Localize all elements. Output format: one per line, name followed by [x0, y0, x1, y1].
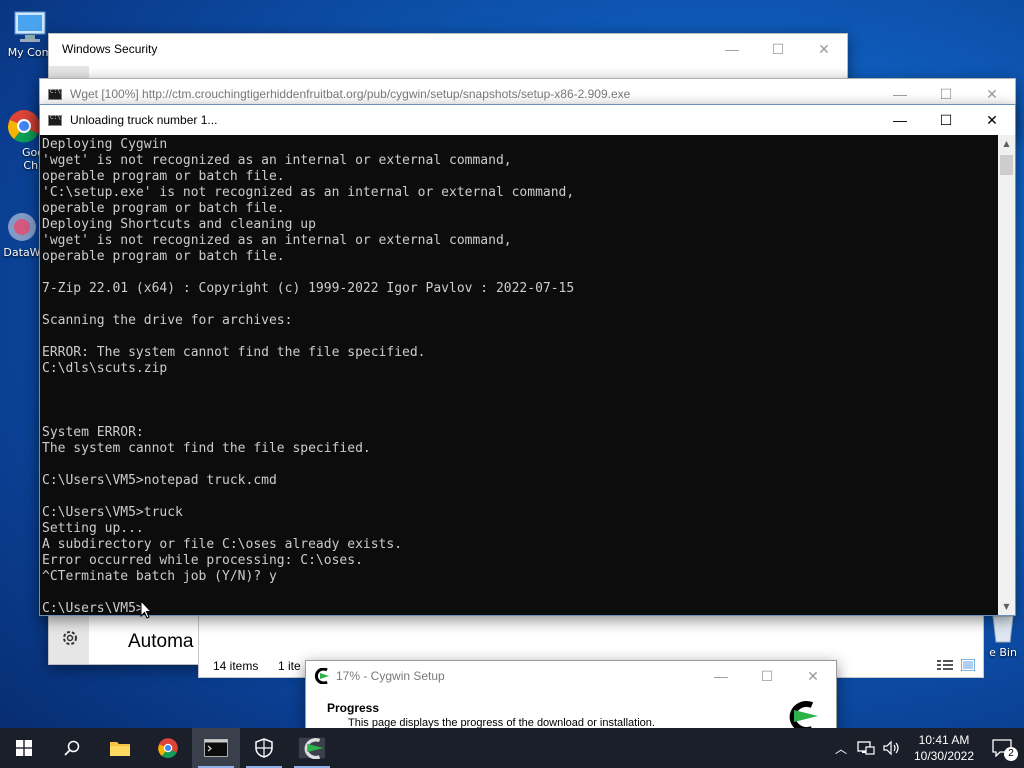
console-line: Deploying Cygwin [42, 137, 168, 152]
console-line: operable program or batch file. [42, 169, 285, 184]
console-scrollbar[interactable]: ▲ ▼ [998, 135, 1015, 615]
console-line: 'wget' is not recognized as an internal … [42, 153, 512, 168]
minimize-button[interactable]: — [877, 105, 923, 135]
clock-time: 10:41 AM [918, 733, 970, 747]
recycle-bin-icon [992, 615, 1014, 643]
console-window[interactable]: Unloading truck number 1... — ☐ ✕ Deploy… [39, 104, 1016, 616]
console-line: ^CTerminate batch job (Y/N)? y [42, 569, 277, 584]
notification-count-badge: 2 [1004, 747, 1018, 761]
minimize-button[interactable]: — [698, 661, 744, 691]
chrome-icon [7, 110, 40, 143]
settings-gear-icon[interactable] [61, 629, 79, 647]
desktop-icon-label: e Bin [989, 646, 1017, 659]
close-button[interactable]: ✕ [790, 661, 836, 691]
console-line: System ERROR: [42, 425, 144, 440]
cmd-icon [48, 114, 62, 126]
console-line: Setting up... [42, 521, 144, 536]
search-icon [64, 740, 80, 756]
taskbar-file-explorer[interactable] [96, 728, 144, 768]
console-line: A subdirectory or file C:\oses already e… [42, 537, 403, 552]
search-button[interactable] [48, 728, 96, 768]
console-line: C:\Users\VM5> [42, 601, 144, 615]
console-line: operable program or batch file. [42, 249, 285, 264]
chrome-icon [158, 738, 178, 759]
desktop-icon-label: My Com [7, 46, 53, 59]
desktop-icon-dataw[interactable]: DataW [0, 210, 44, 259]
window-title: Unloading truck number 1... [70, 113, 218, 127]
window-title: Wget [100%] http://ctm.crouchingtigerhid… [70, 87, 631, 101]
console-line: C:\dls\scuts.zip [42, 361, 168, 376]
console-line: operable program or batch file. [42, 201, 285, 216]
desktop-icon-recycle-bin[interactable]: e Bin [982, 612, 1024, 659]
windows-logo-icon [16, 740, 32, 756]
console-line: C:\Users\VM5>notepad truck.cmd [42, 473, 277, 488]
status-selected-count: 1 ite [278, 659, 301, 673]
cygwin-titlebar[interactable]: 17% - Cygwin Setup — ☐ ✕ [306, 661, 836, 691]
action-center-button[interactable]: 2 [980, 728, 1024, 768]
scroll-down-arrow-icon[interactable]: ▼ [998, 598, 1015, 615]
windows-security-titlebar[interactable]: Windows Security — ☐ ✕ [49, 34, 847, 64]
console-line: 'C:\setup.exe' is not recognized as an i… [42, 185, 575, 200]
console-line: 7-Zip 22.01 (x64) : Copyright (c) 1999-2… [42, 281, 575, 296]
clock-date: 10/30/2022 [913, 749, 975, 763]
window-title: Windows Security [62, 42, 158, 56]
mouse-cursor-icon [140, 600, 152, 619]
cmd-icon [48, 88, 62, 100]
shield-icon [255, 738, 273, 758]
maximize-button[interactable]: ☐ [744, 661, 790, 691]
details-view-icon[interactable] [937, 659, 953, 671]
cygwin-setup-window[interactable]: 17% - Cygwin Setup — ☐ ✕ Progress This p… [305, 660, 837, 731]
console-output[interactable]: Deploying Cygwin'wget' is not recognized… [40, 135, 998, 615]
console-titlebar[interactable]: Unloading truck number 1... — ☐ ✕ [40, 105, 1015, 135]
window-title: 17% - Cygwin Setup [336, 669, 445, 683]
taskbar-command-prompt[interactable] [192, 728, 240, 768]
cygwin-logo-icon [314, 668, 329, 684]
show-hidden-icons-chevron-up-icon[interactable]: ︿ [830, 740, 852, 757]
close-button[interactable]: ✕ [801, 34, 847, 64]
minimize-button[interactable]: — [709, 34, 755, 64]
console-line: ERROR: The system cannot find the file s… [42, 345, 426, 360]
maximize-button[interactable]: ☐ [755, 34, 801, 64]
large-icons-view-icon[interactable] [961, 659, 975, 671]
maximize-button[interactable]: ☐ [923, 105, 969, 135]
console-line: 'wget' is not recognized as an internal … [42, 233, 512, 248]
console-line: Scanning the drive for archives: [42, 313, 293, 328]
desktop-icon-label: DataW [3, 246, 41, 259]
cygwin-logo-icon [299, 737, 325, 759]
start-button[interactable] [0, 728, 48, 768]
taskbar-windows-security[interactable] [240, 728, 288, 768]
console-line: The system cannot find the file specifie… [42, 441, 371, 456]
volume-icon[interactable] [882, 740, 902, 756]
taskbar: ︿ 10:41 AM 10/30/2022 2 [0, 728, 1024, 768]
network-icon[interactable] [856, 740, 876, 756]
terminal-icon [204, 739, 228, 757]
computer-icon [14, 11, 46, 42]
console-line: Deploying Shortcuts and cleaning up [42, 217, 316, 232]
close-button[interactable]: ✕ [969, 105, 1015, 135]
scroll-up-arrow-icon[interactable]: ▲ [998, 135, 1015, 152]
status-item-count: 14 items [213, 659, 259, 673]
folder-icon [110, 742, 130, 756]
clock[interactable]: 10:41 AM 10/30/2022 [908, 732, 980, 764]
taskbar-cygwin-setup[interactable] [288, 728, 336, 768]
progress-heading: Progress [327, 701, 380, 715]
console-line: C:\Users\VM5>truck [42, 505, 183, 520]
console-line: Error occurred while processing: C:\oses… [42, 553, 363, 568]
security-section-label: Automa [128, 631, 194, 652]
system-tray: ︿ 10:41 AM 10/30/2022 2 [830, 728, 1024, 768]
dataw-icon [8, 213, 36, 241]
scrollbar-thumb[interactable] [1000, 155, 1013, 175]
cygwin-large-logo-icon [789, 701, 818, 731]
taskbar-chrome[interactable] [144, 728, 192, 768]
